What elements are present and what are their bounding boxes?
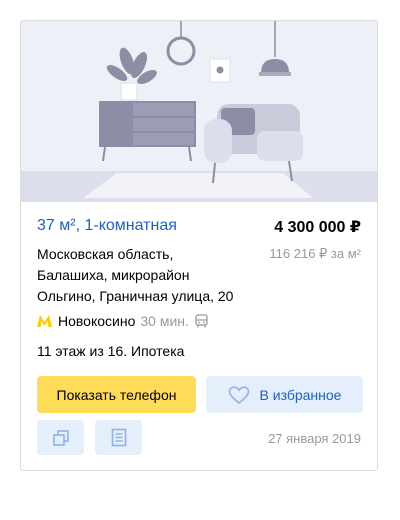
metro-station: Новокосино bbox=[58, 313, 136, 329]
document-icon bbox=[111, 428, 126, 447]
show-phone-button[interactable]: Показать телефон bbox=[37, 376, 196, 413]
copy-icon bbox=[52, 429, 69, 446]
address-line: Балашиха, микрорайон bbox=[37, 267, 190, 283]
favorite-label: В избранное bbox=[259, 386, 342, 403]
heart-icon bbox=[228, 385, 249, 404]
address-line: Ольгино, Граничная улица, 20 bbox=[37, 288, 234, 304]
listing-card[interactable]: 37 м², 1-комнатная 4 300 000 ₽ Московска… bbox=[20, 20, 378, 471]
compare-button[interactable] bbox=[37, 420, 84, 455]
listing-address: Московская область, Балашиха, микрорайон… bbox=[37, 244, 252, 307]
metro-travel-time: 30 мин. bbox=[140, 313, 189, 329]
listing-title[interactable]: 37 м², 1-комнатная bbox=[37, 217, 177, 235]
listing-price: 4 300 000 ₽ bbox=[274, 219, 361, 236]
listing-illustration[interactable] bbox=[21, 21, 377, 202]
publish-date: 27 января 2019 bbox=[268, 431, 361, 446]
metro-icon bbox=[37, 315, 52, 327]
notes-button[interactable] bbox=[95, 420, 142, 455]
floor-info: 11 этаж из 16. Ипотека bbox=[37, 343, 185, 359]
bus-icon bbox=[195, 314, 208, 328]
show-phone-label: Показать телефон bbox=[56, 386, 177, 403]
metro-info: Новокосино 30 мин. bbox=[37, 313, 208, 329]
price-per-meter: 116 216 ₽ за м² bbox=[269, 246, 361, 261]
address-line: Московская область, bbox=[37, 246, 174, 262]
add-to-favorites-button[interactable]: В избранное bbox=[206, 376, 363, 413]
